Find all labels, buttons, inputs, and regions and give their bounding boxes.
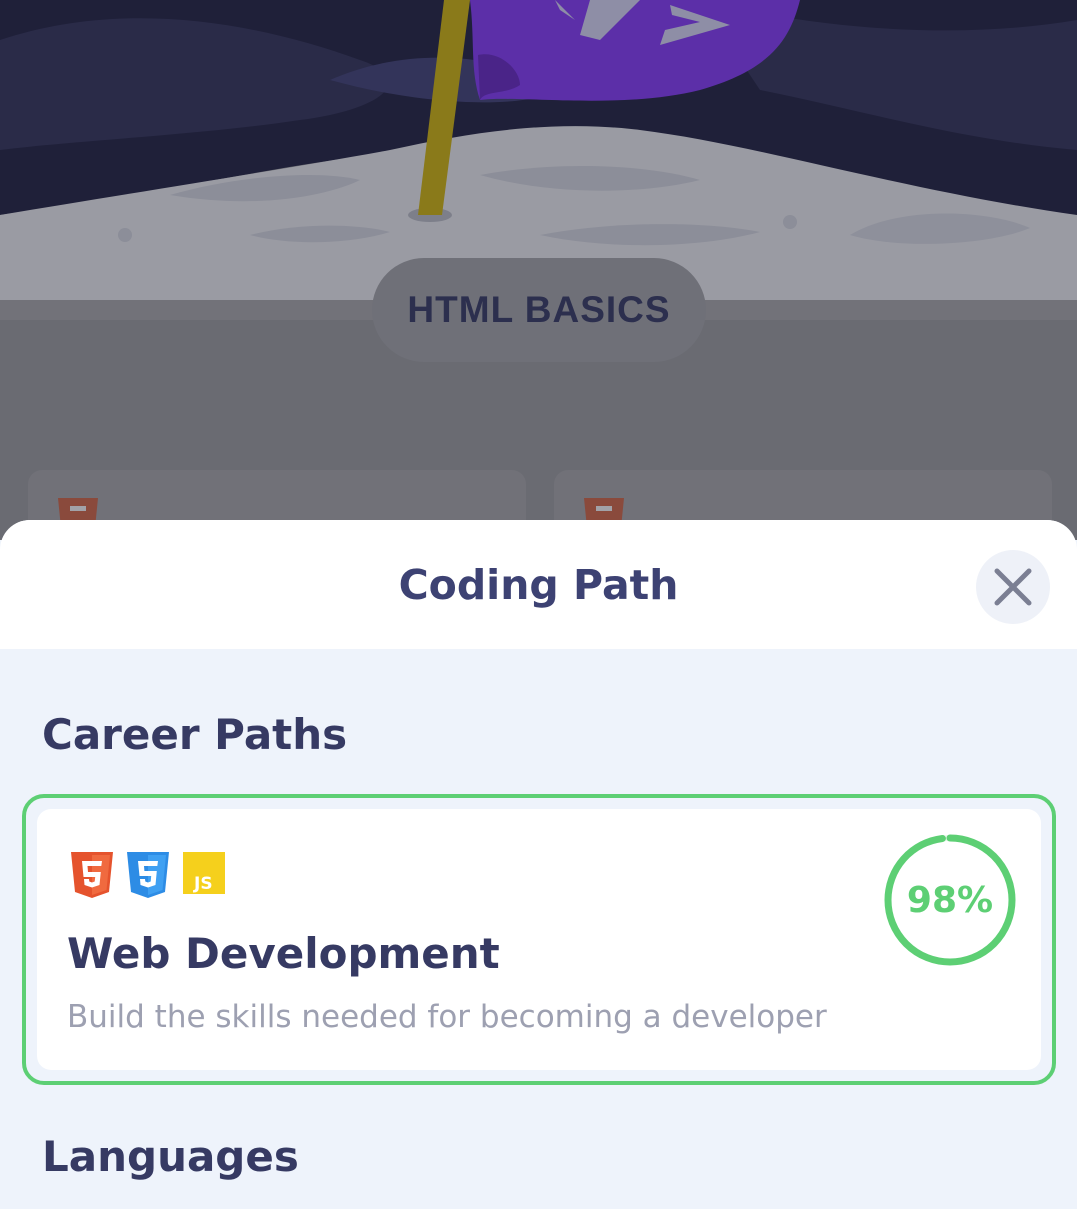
close-button[interactable] bbox=[976, 550, 1050, 624]
sheet-title: Coding Path bbox=[398, 560, 679, 609]
career-path-description: Build the skills needed for becoming a d… bbox=[67, 999, 827, 1035]
background-scene: HTML BASICS bbox=[0, 0, 1077, 540]
section-title-languages: Languages bbox=[42, 1132, 299, 1181]
course-title-pill: HTML BASICS bbox=[372, 258, 706, 362]
sheet-header: Coding Path bbox=[0, 520, 1077, 649]
career-path-name: Web Development bbox=[67, 929, 500, 978]
svg-text:JS: JS bbox=[193, 874, 213, 894]
coding-path-sheet: Coding Path Career Paths JS Web Developm… bbox=[0, 520, 1077, 1209]
html5-icon bbox=[71, 852, 113, 898]
section-title-career-paths: Career Paths bbox=[42, 710, 348, 759]
career-path-card-web-development[interactable]: JS Web Development Build the skills need… bbox=[22, 794, 1056, 1085]
progress-percent-label: 98% bbox=[906, 879, 994, 921]
css3-icon bbox=[127, 852, 169, 898]
career-path-card-content: JS Web Development Build the skills need… bbox=[37, 809, 1041, 1070]
tech-icons: JS bbox=[71, 852, 225, 898]
javascript-icon: JS bbox=[183, 852, 225, 894]
close-icon bbox=[994, 568, 1032, 606]
